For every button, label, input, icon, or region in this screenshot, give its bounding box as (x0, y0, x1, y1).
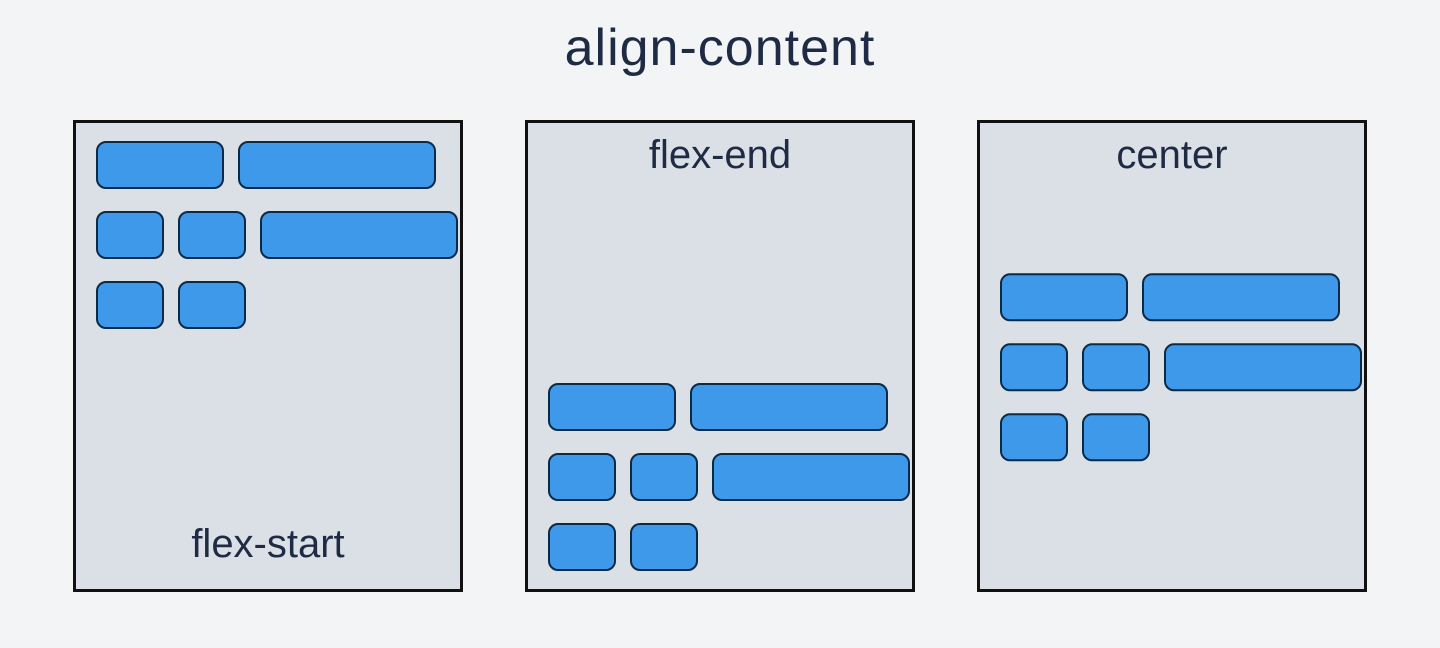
flex-item (548, 383, 676, 431)
row (96, 211, 458, 259)
flex-item (630, 523, 698, 571)
row (1000, 413, 1362, 461)
flex-item (690, 383, 888, 431)
flex-item (630, 453, 698, 501)
row (96, 141, 458, 189)
row (548, 523, 910, 571)
flex-start-rows (96, 141, 458, 329)
flex-item (548, 523, 616, 571)
panels-container: flex-start flex-end center (0, 120, 1440, 592)
panel-flex-start: flex-start (73, 120, 463, 592)
panel-label-flex-start: flex-start (76, 522, 460, 567)
flex-item (238, 141, 436, 189)
flex-item (1082, 413, 1150, 461)
flex-item (1142, 273, 1340, 321)
flex-item (548, 453, 616, 501)
row (1000, 273, 1362, 321)
row (1000, 343, 1362, 391)
center-rows (1000, 273, 1362, 461)
page-title: align-content (0, 18, 1440, 78)
flex-item (178, 211, 246, 259)
flex-item (96, 281, 164, 329)
row (96, 281, 458, 329)
flex-item (96, 141, 224, 189)
flex-item (96, 211, 164, 259)
panel-flex-end: flex-end (525, 120, 915, 592)
flex-item (1000, 343, 1068, 391)
flex-item (1164, 343, 1362, 391)
panel-label-flex-end: flex-end (528, 133, 912, 178)
flex-item (1000, 413, 1068, 461)
panel-label-center: center (980, 133, 1364, 178)
flex-item (1082, 343, 1150, 391)
row (548, 453, 910, 501)
flex-end-rows (548, 383, 910, 571)
flex-item (178, 281, 246, 329)
row (548, 383, 910, 431)
panel-center: center (977, 120, 1367, 592)
flex-item (260, 211, 458, 259)
flex-item (1000, 273, 1128, 321)
flex-item (712, 453, 910, 501)
